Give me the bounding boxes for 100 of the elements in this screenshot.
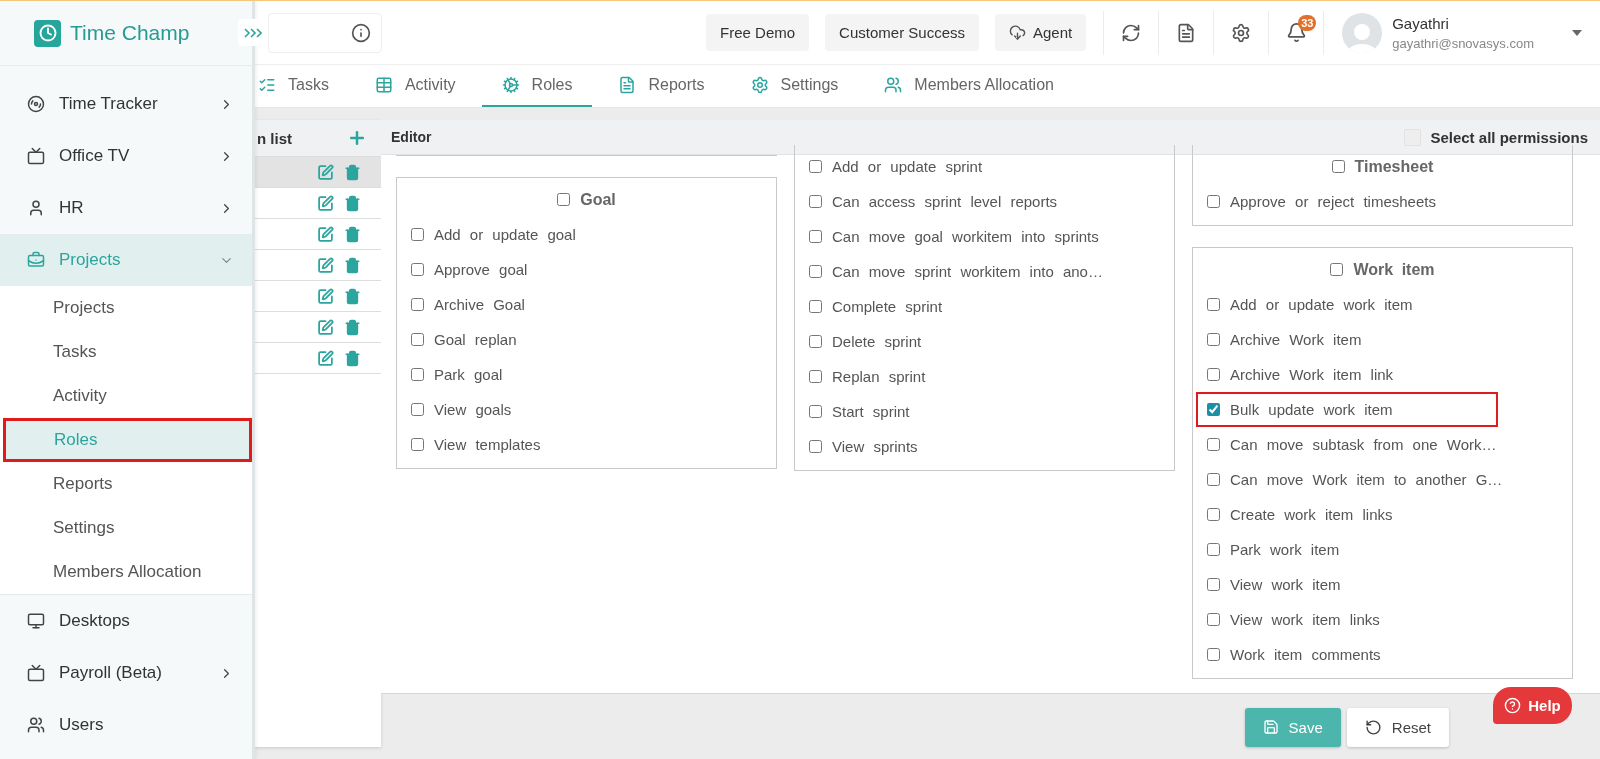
refresh-icon[interactable]	[1121, 22, 1142, 43]
checkbox[interactable]	[809, 230, 822, 243]
checkbox[interactable]	[809, 405, 822, 418]
permission-item[interactable]: Can access sprint level reports	[795, 184, 1174, 219]
help-button[interactable]: Help	[1493, 687, 1572, 724]
sidebar-item[interactable]: Users	[0, 699, 252, 751]
permission-item[interactable]: Archive Work item	[1193, 322, 1572, 357]
checkbox[interactable]	[1207, 403, 1220, 416]
permission-item[interactable]: View work item links	[1193, 602, 1572, 637]
checkbox[interactable]	[1207, 648, 1220, 661]
checkbox[interactable]	[1207, 195, 1220, 208]
checkbox[interactable]	[557, 193, 571, 206]
permission-item[interactable]: View sprints	[795, 429, 1174, 464]
checkbox[interactable]	[809, 160, 822, 173]
checkbox[interactable]	[1207, 508, 1220, 521]
checkbox[interactable]	[809, 195, 822, 208]
tab[interactable]: Activity	[354, 65, 476, 107]
checkbox[interactable]	[1207, 298, 1220, 311]
role-row[interactable]	[255, 281, 381, 312]
permission-item[interactable]: Bulk update work item	[1196, 392, 1498, 427]
permission-item[interactable]: Archive Goal	[397, 287, 776, 322]
checkbox[interactable]	[1207, 578, 1220, 591]
checkbox[interactable]	[809, 265, 822, 278]
settings-icon[interactable]	[1231, 22, 1252, 43]
role-row[interactable]	[255, 343, 381, 374]
edit-icon[interactable]	[317, 256, 334, 274]
permission-item[interactable]: Add or update sprint	[795, 149, 1174, 184]
trash-icon[interactable]	[344, 194, 361, 212]
sidebar-subitem[interactable]: Settings	[0, 506, 252, 550]
checkbox[interactable]	[809, 440, 822, 453]
sidebar-item[interactable]: Office TV	[0, 130, 252, 182]
sidebar-subitem[interactable]: Reports	[0, 462, 252, 506]
tab[interactable]: Reports	[598, 65, 725, 107]
header-button[interactable]: Agent	[995, 14, 1087, 51]
sidebar-item[interactable]: Desktops	[0, 595, 252, 647]
checkbox[interactable]	[1207, 613, 1220, 626]
checkbox[interactable]	[411, 263, 424, 276]
checkbox[interactable]	[411, 368, 424, 381]
permission-item[interactable]: Delete sprint	[795, 324, 1174, 359]
checkbox[interactable]	[809, 300, 822, 313]
plus-icon[interactable]	[347, 128, 367, 148]
edit-icon[interactable]	[317, 287, 334, 305]
permission-item[interactable]: Create work item links	[1193, 497, 1572, 532]
group-title[interactable]: Goal	[397, 182, 776, 217]
checkbox[interactable]	[809, 335, 822, 348]
checkbox[interactable]	[1330, 263, 1344, 276]
permission-item[interactable]: Start sprint	[795, 394, 1174, 429]
checkbox[interactable]	[411, 228, 424, 241]
role-row[interactable]	[255, 157, 381, 188]
role-row[interactable]	[255, 188, 381, 219]
edit-icon[interactable]	[317, 194, 334, 212]
edit-icon[interactable]	[317, 349, 334, 367]
group-title[interactable]: Timesheet	[1193, 149, 1572, 184]
select-all-checkbox[interactable]: Select all permissions	[1404, 128, 1588, 146]
permission-item[interactable]: View templates	[397, 427, 776, 462]
sidebar-subitem[interactable]: Tasks	[0, 330, 252, 374]
permission-item[interactable]: Can move subtask from one Work…	[1193, 427, 1572, 462]
permission-item[interactable]: Can move Work item to another G…	[1193, 462, 1572, 497]
sidebar-subitem[interactable]: Projects	[0, 286, 252, 330]
permission-item[interactable]: Can move sprint workitem into ano…	[795, 254, 1174, 289]
permission-item[interactable]: Park goal	[397, 357, 776, 392]
trash-icon[interactable]	[344, 256, 361, 274]
search-field[interactable]	[268, 12, 382, 53]
sidebar-item[interactable]: Time Tracker	[0, 78, 252, 130]
edit-icon[interactable]	[317, 318, 334, 336]
role-row[interactable]	[255, 250, 381, 281]
checkbox[interactable]	[411, 438, 424, 451]
tab[interactable]: Tasks	[254, 65, 349, 107]
checkbox[interactable]	[1207, 438, 1220, 451]
role-row[interactable]	[255, 219, 381, 250]
edit-icon[interactable]	[317, 225, 334, 243]
tab[interactable]: Settings	[730, 65, 859, 107]
permission-item[interactable]: Park work item	[1193, 532, 1572, 567]
role-row[interactable]	[255, 312, 381, 343]
sidebar-item[interactable]: Payroll (Beta)	[0, 647, 252, 699]
permission-item[interactable]: Replan sprint	[795, 359, 1174, 394]
permission-item[interactable]: Archive Work item link	[1193, 357, 1572, 392]
checkbox[interactable]	[1331, 160, 1345, 173]
sidebar-subitem[interactable]: Activity	[0, 374, 252, 418]
permission-item[interactable]: Add or update goal	[397, 217, 776, 252]
permission-item[interactable]: View goals	[397, 392, 776, 427]
header-button[interactable]: Free Demo	[706, 14, 810, 51]
checkbox[interactable]	[809, 370, 822, 383]
sidebar-subitem[interactable]: Members Allocation	[0, 550, 252, 594]
sidebar-item[interactable]: HR	[0, 182, 252, 234]
checkbox[interactable]	[411, 403, 424, 416]
permission-item[interactable]: Approve goal	[397, 252, 776, 287]
checkbox[interactable]	[1207, 543, 1220, 556]
info-icon[interactable]	[351, 22, 371, 43]
checkbox[interactable]	[411, 333, 424, 346]
header-button[interactable]: Customer Success	[825, 14, 979, 51]
trash-icon[interactable]	[344, 349, 361, 367]
checkbox[interactable]	[411, 298, 424, 311]
permission-item[interactable]: Approve or reject timesheets	[1193, 184, 1572, 219]
trash-icon[interactable]	[344, 318, 361, 336]
edit-icon[interactable]	[317, 163, 334, 181]
trash-icon[interactable]	[344, 163, 361, 181]
permission-item[interactable]: Can move goal workitem into sprints	[795, 219, 1174, 254]
trash-icon[interactable]	[344, 287, 361, 305]
trash-icon[interactable]	[344, 225, 361, 243]
